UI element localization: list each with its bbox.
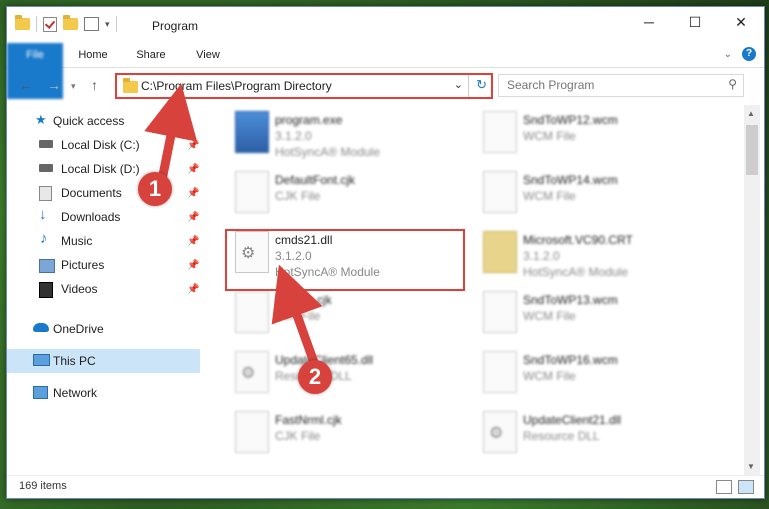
arrow-to-file bbox=[271, 264, 323, 370]
annotation-arrows bbox=[144, 83, 323, 370]
callout-badge-2: 2 bbox=[298, 360, 332, 394]
callout-badge-1: 1 bbox=[138, 172, 172, 206]
arrow-to-address-bar bbox=[144, 83, 198, 181]
